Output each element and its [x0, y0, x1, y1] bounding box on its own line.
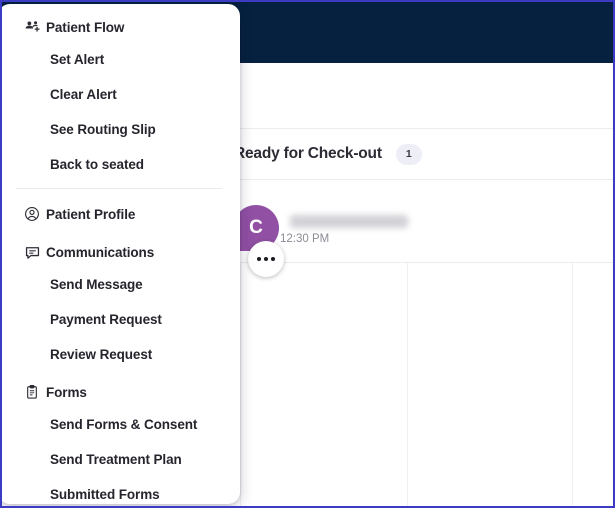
- menu-item-clear-alert[interactable]: Clear Alert: [2, 79, 240, 109]
- users-add-icon: [24, 17, 46, 37]
- menu-item-label: Clear Alert: [50, 86, 117, 102]
- menu-item-send-treatment-plan[interactable]: Send Treatment Plan: [2, 444, 240, 474]
- menu-item-label: Forms: [46, 384, 87, 400]
- browser-viewport: Ready for Check-out 1 C 12:30 PM Patient…: [0, 0, 615, 508]
- menu-item-label: Payment Request: [50, 311, 162, 327]
- menu-item-patient-flow[interactable]: Patient Flow: [2, 12, 240, 42]
- menu-item-forms[interactable]: Forms: [2, 377, 240, 407]
- menu-item-payment-request[interactable]: Payment Request: [2, 304, 240, 334]
- clipboard-icon: [24, 382, 46, 402]
- ellipsis-dot-icon: [264, 257, 268, 261]
- more-options-button[interactable]: [248, 241, 284, 277]
- menu-item-label: Communications: [46, 244, 155, 260]
- ellipsis-dot-icon: [257, 257, 261, 261]
- menu-item-submitted-forms[interactable]: Submitted Forms: [2, 479, 240, 504]
- menu-item-back-to-seated[interactable]: Back to seated: [2, 149, 240, 179]
- menu-item-label: Review Request: [50, 346, 153, 362]
- menu-item-label: Set Alert: [50, 51, 105, 67]
- menu-item-see-routing-slip[interactable]: See Routing Slip: [2, 114, 240, 144]
- menu-item-label: Patient Flow: [46, 19, 125, 35]
- ellipsis-dot-icon: [271, 257, 275, 261]
- menu-item-send-message[interactable]: Send Message: [2, 269, 240, 299]
- menu-item-set-alert[interactable]: Set Alert: [2, 44, 240, 74]
- section-title: Ready for Check-out: [234, 145, 382, 162]
- menu-item-label: Patient Profile: [46, 206, 136, 222]
- menu-item-label: Submitted Forms: [50, 486, 160, 502]
- menu-item-patient-profile[interactable]: Patient Profile: [2, 199, 240, 229]
- menu-item-communications[interactable]: Communications: [2, 237, 240, 267]
- menu-item-label: Send Message: [50, 276, 143, 292]
- user-circle-icon: [24, 204, 46, 224]
- menu-item-label: Send Treatment Plan: [50, 451, 182, 467]
- chat-bubble-icon: [24, 242, 46, 262]
- menu-divider: [16, 188, 222, 189]
- patient-name-redacted: [290, 215, 408, 228]
- appointment-time: 12:30 PM: [280, 233, 330, 245]
- menu-item-send-forms-consent[interactable]: Send Forms & Consent: [2, 409, 240, 439]
- section-count-badge: 1: [395, 143, 422, 165]
- menu-item-label: Send Forms & Consent: [50, 416, 198, 432]
- patient-context-menu[interactable]: Patient Flow Set Alert Clear Alert See R…: [2, 4, 240, 504]
- menu-item-review-request[interactable]: Review Request: [2, 339, 240, 369]
- menu-item-label: Back to seated: [50, 156, 144, 172]
- menu-item-label: See Routing Slip: [50, 121, 156, 137]
